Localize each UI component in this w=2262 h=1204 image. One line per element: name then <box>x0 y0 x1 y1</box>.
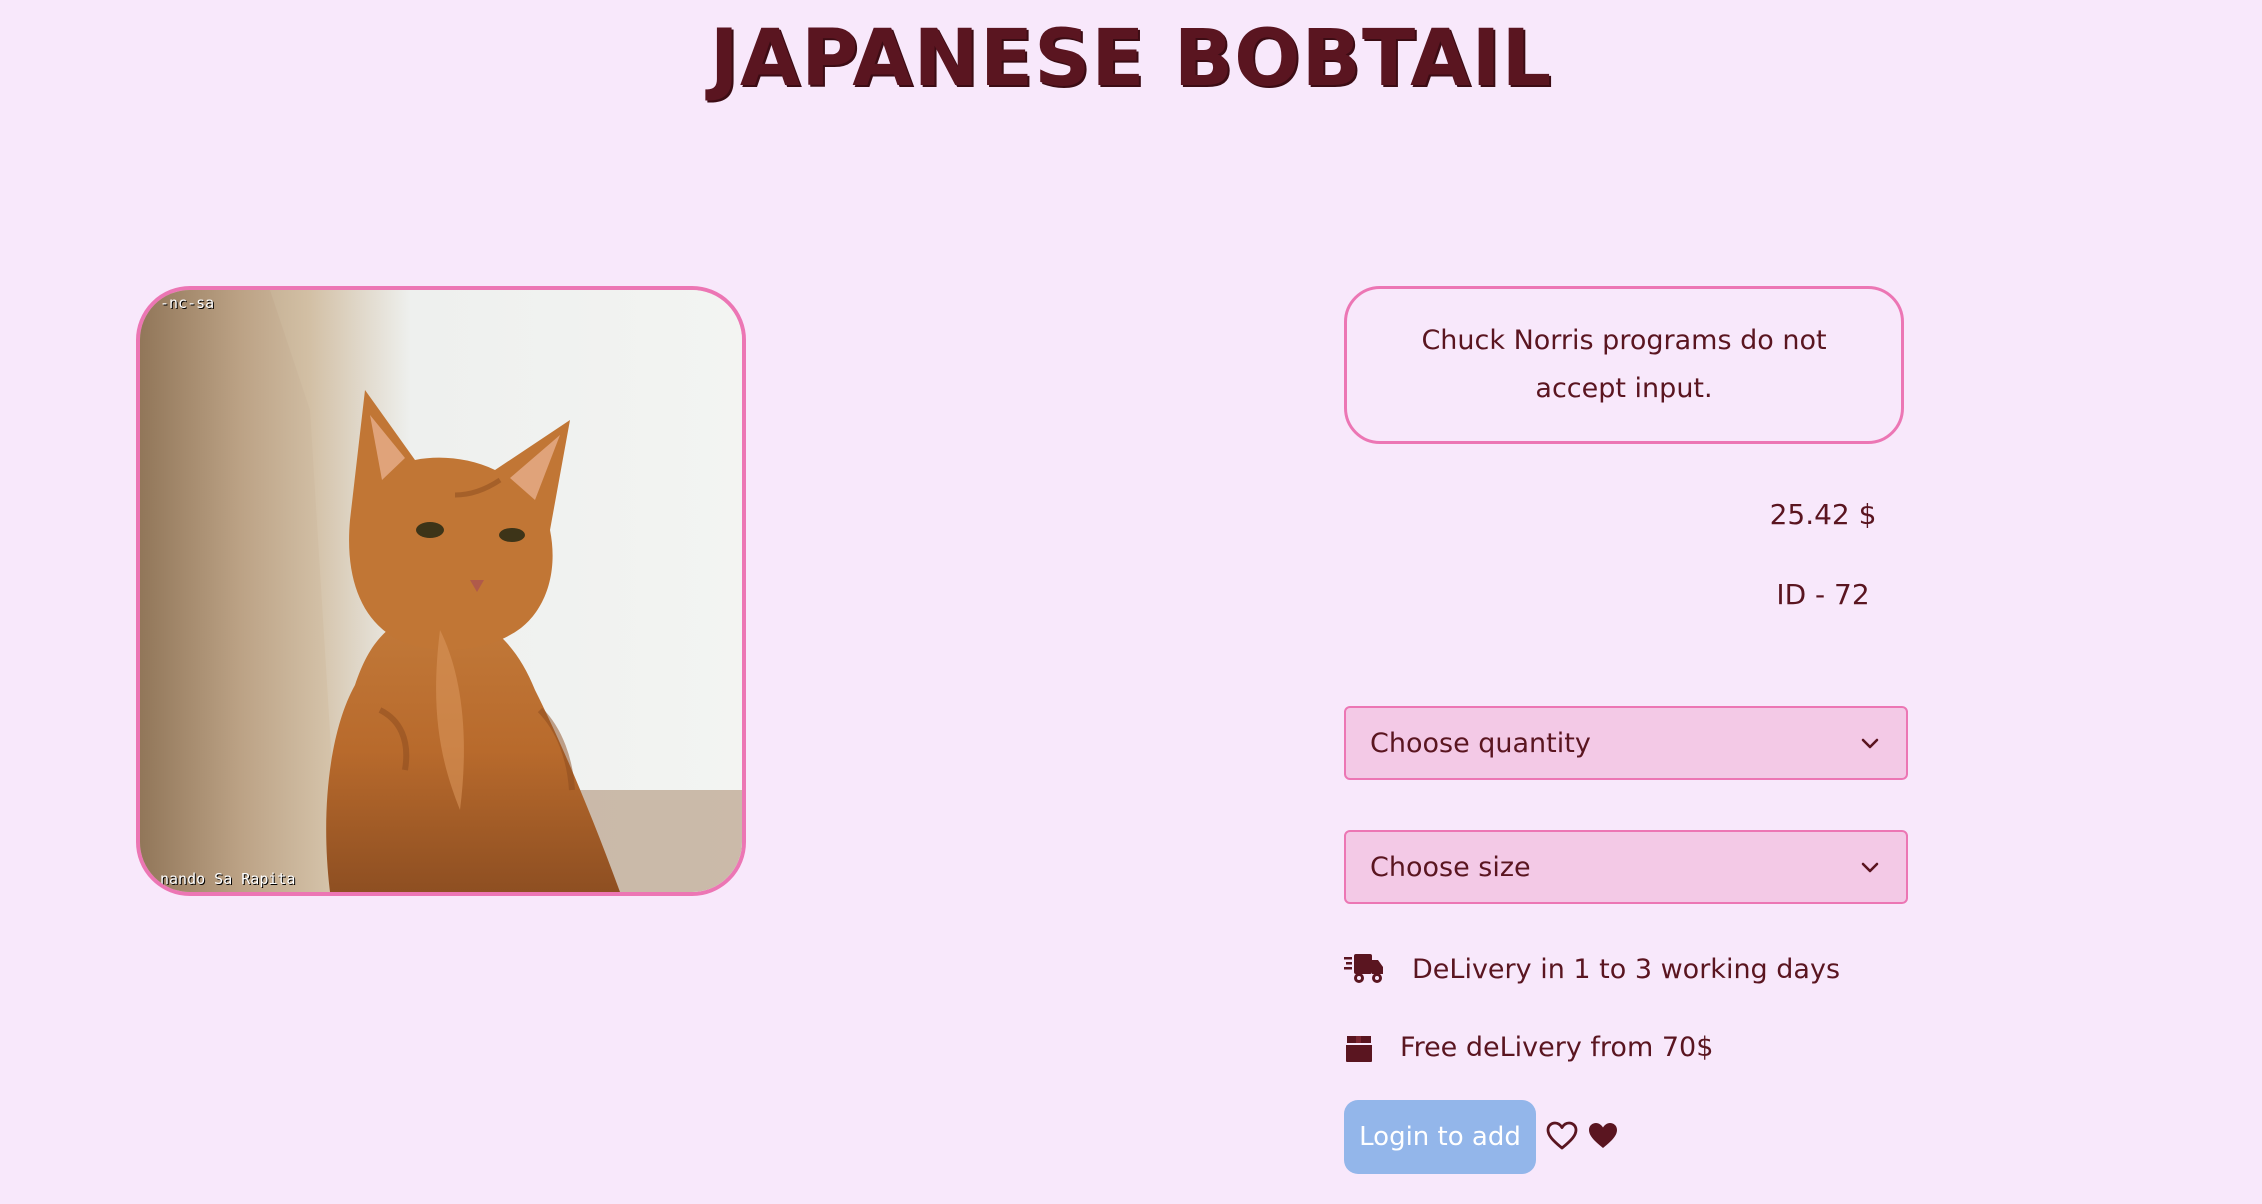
chevron-down-icon <box>1861 862 1879 873</box>
truck-fast-icon <box>1344 952 1384 986</box>
product-image: -nc-sa nando Sa Rapita <box>136 286 746 896</box>
quantity-select-label: Choose quantity <box>1370 727 1591 759</box>
delivery-text: DeLivery in 1 to 3 working days <box>1412 953 1841 985</box>
box-icon <box>1344 1033 1374 1063</box>
cat-photo <box>140 290 742 892</box>
login-to-add-button[interactable]: Login to add <box>1344 1100 1536 1174</box>
page-title: JAPANESE BOBTAIL <box>709 14 1553 104</box>
product-description: Chuck Norris programs do not accept inpu… <box>1344 286 1904 444</box>
size-select-label: Choose size <box>1370 851 1531 883</box>
product-price: 25.42 $ <box>1769 498 1877 531</box>
size-select[interactable]: Choose size <box>1344 830 1908 904</box>
delivery-info: DeLivery in 1 to 3 working days <box>1344 952 1840 986</box>
watermark-bottom: nando Sa Rapita <box>160 870 296 888</box>
product-id: ID - 72 <box>1776 578 1870 611</box>
chevron-down-icon <box>1861 738 1879 749</box>
free-delivery-text: Free deLivery from 70$ <box>1400 1032 1714 1063</box>
free-delivery-info: Free deLivery from 70$ <box>1344 1032 1713 1063</box>
quantity-select[interactable]: Choose quantity <box>1344 706 1908 780</box>
heart-filled-icon[interactable] <box>1586 1120 1620 1152</box>
watermark-top: -nc-sa <box>160 294 215 312</box>
heart-outline-icon[interactable] <box>1546 1120 1578 1152</box>
description-text: Chuck Norris programs do not accept inpu… <box>1421 325 1827 404</box>
